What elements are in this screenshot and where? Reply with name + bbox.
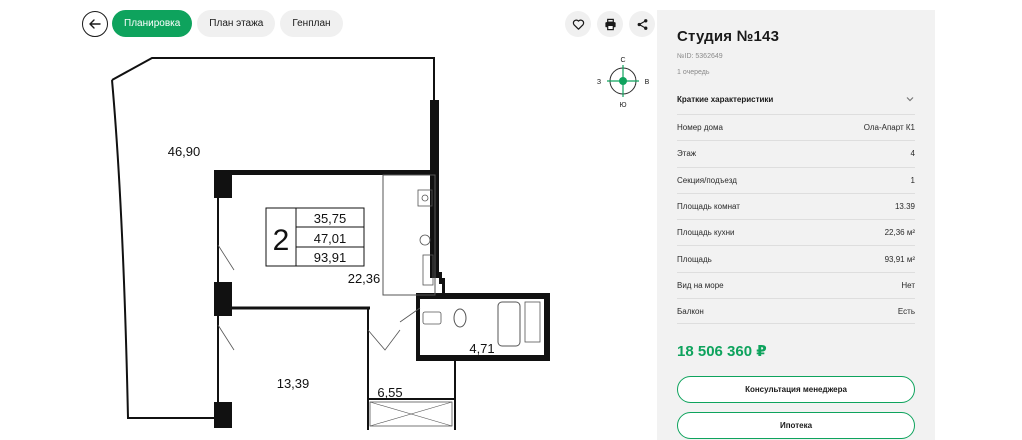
param-label: Площадь bbox=[677, 254, 712, 264]
param-value: 22,36 м² bbox=[884, 228, 915, 238]
param-row: Секция/подъезд 1 bbox=[677, 166, 915, 193]
view-tabs: Планировка План этажа Генплан bbox=[112, 10, 343, 37]
terrace-area-label: 46,90 bbox=[168, 144, 201, 159]
total-area-label: 47,01 bbox=[314, 231, 347, 246]
param-label: Вид на море bbox=[677, 280, 724, 290]
back-button[interactable] bbox=[82, 11, 108, 37]
compass-west: З bbox=[597, 79, 601, 86]
favorite-button[interactable] bbox=[565, 11, 591, 37]
param-row: Номер дома Ола-Апарт К1 bbox=[677, 114, 915, 140]
param-label: Балкон bbox=[677, 306, 704, 316]
param-label: Номер дома bbox=[677, 123, 723, 133]
bath-area-label: 4,71 bbox=[469, 341, 494, 356]
consult-manager-button[interactable]: Консультация менеджера bbox=[677, 376, 915, 404]
compass-east: В bbox=[645, 79, 650, 86]
param-label: Этаж bbox=[677, 149, 697, 159]
full-area-label: 93,91 bbox=[314, 250, 347, 265]
hall-area-label: 6,55 bbox=[377, 385, 402, 400]
param-row: Балкон Есть bbox=[677, 298, 915, 325]
characteristics-toggle[interactable]: Краткие характеристики bbox=[677, 94, 915, 104]
param-value: Ола-Апарт К1 bbox=[863, 123, 915, 133]
rooms-count: 2 bbox=[273, 224, 290, 257]
tab-master-plan[interactable]: Генплан bbox=[280, 10, 343, 37]
action-buttons bbox=[565, 11, 655, 37]
apartment-id: №ID: 5362649 bbox=[677, 53, 723, 60]
print-button[interactable] bbox=[597, 11, 623, 37]
living-area-label: 35,75 bbox=[314, 211, 347, 226]
apartment-title: Студия №143 bbox=[677, 28, 780, 45]
characteristics-title: Краткие характеристики bbox=[677, 94, 774, 104]
param-value: 4 bbox=[910, 149, 915, 159]
param-label: Площадь комнат bbox=[677, 202, 740, 212]
arrow-left-icon bbox=[89, 19, 101, 29]
param-value: 1 bbox=[910, 175, 915, 185]
tab-floor-plan[interactable]: План этажа bbox=[197, 10, 276, 37]
share-icon bbox=[637, 18, 647, 30]
heart-icon bbox=[572, 19, 584, 30]
floor-plan: 2 35,75 47,01 93,91 46,90 22,36 13,39 6,… bbox=[100, 50, 570, 440]
building-queue: 1 очередь bbox=[677, 69, 710, 76]
param-row: Площадь 93,91 м² bbox=[677, 245, 915, 271]
param-value: 93,91 м² bbox=[884, 254, 915, 264]
param-label: Секция/подъезд bbox=[677, 175, 737, 185]
compass-south: Ю bbox=[619, 102, 626, 109]
floor-plan-drawing: 2 35,75 47,01 93,91 46,90 22,36 13,39 6,… bbox=[111, 57, 550, 430]
param-value: Нет bbox=[901, 280, 915, 290]
price: 18 506 360 ₽ bbox=[677, 343, 767, 361]
printer-icon bbox=[604, 18, 616, 30]
param-row: Вид на море Нет bbox=[677, 271, 915, 298]
kitchen-area-label: 22,36 bbox=[348, 271, 381, 286]
characteristics-list: Номер дома Ола-Апарт К1 Этаж 4 Секция/по… bbox=[677, 114, 915, 325]
mortgage-button[interactable]: Ипотека bbox=[677, 412, 915, 440]
share-button[interactable] bbox=[629, 11, 655, 37]
compass: С Ю З В bbox=[595, 53, 651, 109]
param-value: Есть bbox=[897, 306, 915, 316]
chevron-down-icon bbox=[906, 97, 914, 102]
bedroom-area-label: 13,39 bbox=[277, 376, 310, 391]
tab-layout[interactable]: Планировка bbox=[112, 10, 193, 37]
param-label: Площадь кухни bbox=[677, 228, 735, 238]
param-value: 13.39 bbox=[894, 202, 915, 212]
param-row: Площадь комнат 13.39 bbox=[677, 192, 915, 219]
param-row: Площадь кухни 22,36 м² bbox=[677, 219, 915, 245]
apartment-info-panel: Студия №143 №ID: 5362649 1 очередь Кратк… bbox=[657, 10, 935, 440]
param-row: Этаж 4 bbox=[677, 140, 915, 166]
compass-north: С bbox=[620, 57, 625, 64]
